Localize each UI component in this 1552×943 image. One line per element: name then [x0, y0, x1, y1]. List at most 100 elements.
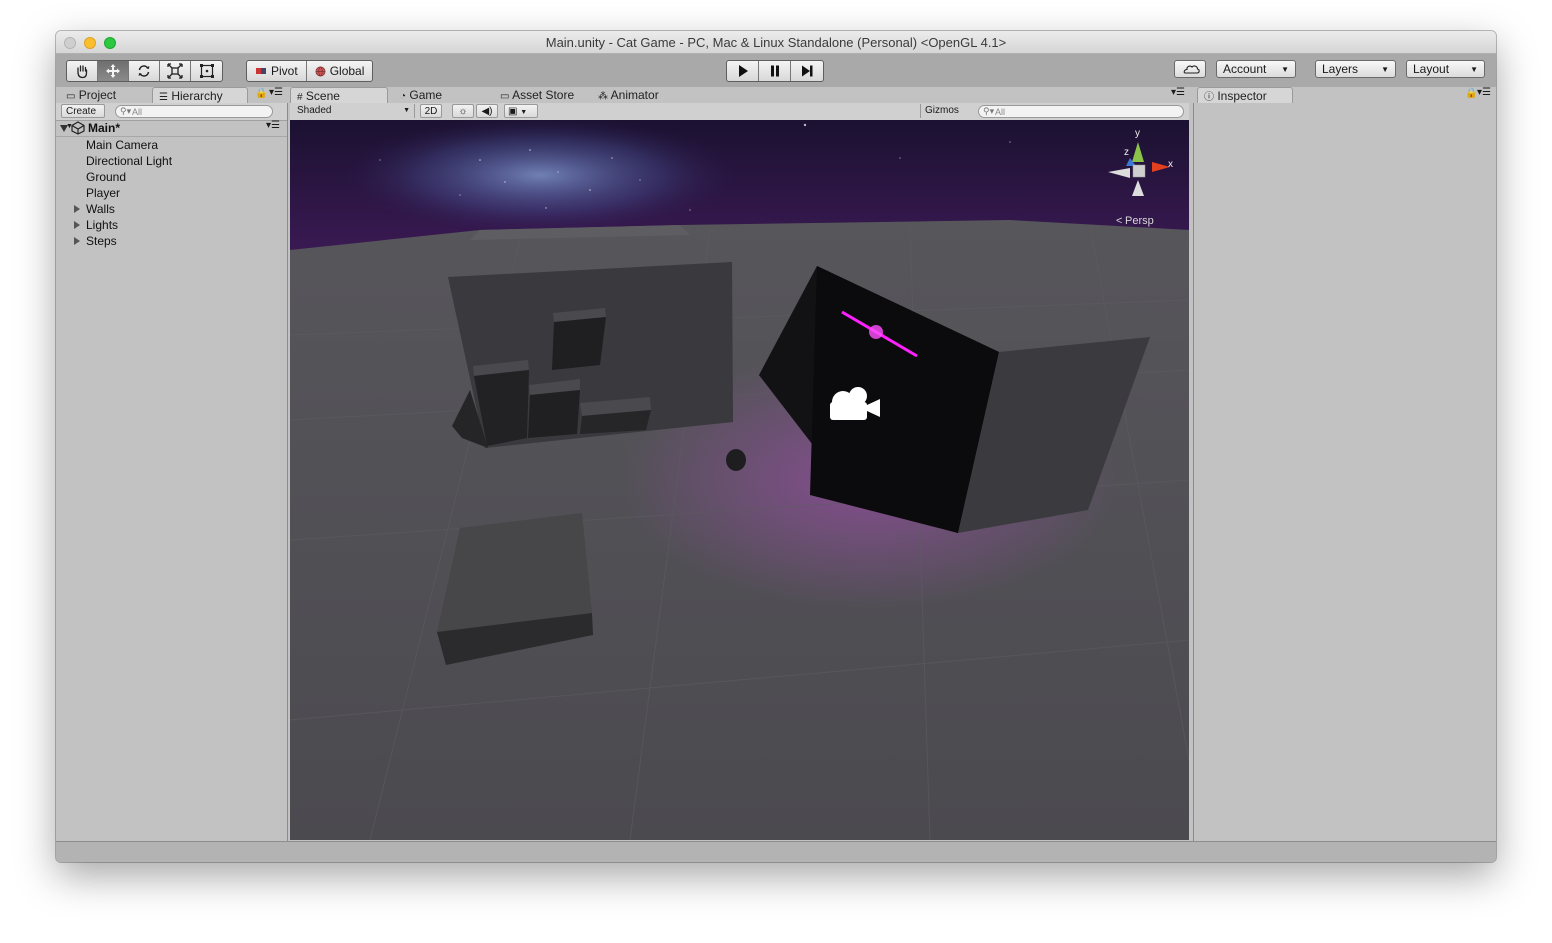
- tab-label: Animator: [610, 88, 659, 102]
- image-icon: ▣: [508, 106, 518, 117]
- hand-tool-button[interactable]: [67, 61, 98, 81]
- pink-light-icon: [869, 325, 883, 339]
- scale-icon: [167, 63, 183, 79]
- tab-label: Asset Store: [512, 88, 575, 102]
- pivot-button[interactable]: Pivot: [247, 61, 307, 81]
- move-icon: [106, 64, 120, 78]
- collab-cloud-button[interactable]: [1174, 60, 1206, 78]
- hierarchy-item-player[interactable]: Player: [86, 185, 120, 201]
- scene-effects-dropdown[interactable]: ▣ ▼: [504, 104, 538, 118]
- search-icon: ⚲▾: [983, 106, 995, 116]
- tab-asset-store[interactable]: ▭ Asset Store: [494, 87, 590, 103]
- layout-dropdown[interactable]: Layout ▼: [1406, 60, 1485, 78]
- play-button[interactable]: [727, 61, 759, 81]
- projection-label[interactable]: Persp: [1125, 215, 1154, 227]
- rect-tool-button[interactable]: [191, 61, 222, 81]
- account-label: Account: [1223, 62, 1267, 76]
- tab-animator[interactable]: ⁂ Animator: [592, 87, 682, 103]
- chevron-down-icon: ▼: [1470, 65, 1478, 74]
- step-button[interactable]: [791, 61, 823, 81]
- tab-hierarchy[interactable]: ☰ Hierarchy: [152, 87, 248, 103]
- expand-triangle-icon[interactable]: [74, 205, 80, 213]
- hierarchy-item-label: Lights: [86, 218, 119, 232]
- global-label: Global: [329, 64, 365, 78]
- unity-scene-icon: [71, 121, 85, 135]
- lock-icon[interactable]: 🔒: [255, 88, 267, 99]
- hierarchy-item-lights[interactable]: Lights: [74, 217, 118, 233]
- scale-tool-button[interactable]: [160, 61, 191, 81]
- layers-dropdown[interactable]: Layers ▼: [1315, 60, 1396, 78]
- hierarchy-item-walls[interactable]: Walls: [74, 201, 115, 217]
- panel-menu-icon[interactable]: ▾☰: [1477, 87, 1491, 98]
- scene-menu-icon[interactable]: ▾☰: [266, 120, 280, 131]
- block-top: [437, 513, 592, 632]
- hierarchy-item-directional-light[interactable]: Directional Light: [86, 153, 172, 169]
- left-panel-tabs: ▭ Project ☰ Hierarchy 🔒 ▾☰: [56, 87, 287, 103]
- projection-icon: <: [1116, 215, 1122, 227]
- zoom-window-button[interactable]: [104, 37, 116, 49]
- cloud-icon: [1183, 65, 1200, 74]
- shading-mode-dropdown[interactable]: Shaded ▼: [293, 104, 415, 118]
- animator-icon: ⁂: [598, 91, 608, 102]
- gizmo-x-label: x: [1168, 159, 1173, 170]
- scene-row[interactable]: Main* ▾☰: [56, 120, 287, 137]
- scene-lighting-toggle[interactable]: ☼: [452, 104, 474, 118]
- scene-toolbar: Shaded ▼ 2D ☼ ◀) ▣ ▼ Gizmos ▼ ⚲▾ All: [290, 103, 1189, 129]
- hierarchy-item-label: Main Camera: [86, 138, 159, 152]
- minimize-window-button[interactable]: [84, 37, 96, 49]
- tab-label: Scene: [305, 89, 340, 103]
- transform-tools: [66, 60, 223, 82]
- pivot-label: Pivot: [271, 64, 298, 78]
- hierarchy-item-steps[interactable]: Steps: [74, 233, 117, 249]
- scene-search-input[interactable]: ⚲▾ All: [978, 105, 1184, 118]
- tab-game[interactable]: ◔ Game: [394, 87, 474, 103]
- pause-button[interactable]: [759, 61, 791, 81]
- search-icon: ⚲▾: [120, 106, 132, 116]
- account-dropdown[interactable]: Account ▼: [1216, 60, 1296, 78]
- expand-triangle-icon[interactable]: [74, 221, 80, 229]
- hierarchy-item-label: Player: [86, 186, 121, 200]
- create-dropdown[interactable]: Create ▼: [61, 104, 105, 130]
- nebula: [340, 120, 740, 235]
- close-window-button[interactable]: [64, 37, 76, 49]
- scene-view[interactable]: y x z < Persp: [290, 120, 1189, 840]
- pacman-icon: ◔: [400, 91, 407, 102]
- tab-project[interactable]: ▭ Project: [60, 87, 148, 103]
- window-title: Main.unity - Cat Game - PC, Mac & Linux …: [545, 35, 1007, 50]
- gizmos-dropdown[interactable]: Gizmos ▼: [920, 104, 972, 129]
- lock-icon[interactable]: 🔒: [1465, 88, 1477, 99]
- gizmo-z-label: z: [1124, 147, 1129, 158]
- scene-render: y x z < Persp: [290, 120, 1189, 840]
- tab-inspector[interactable]: ⓘ Inspector: [1197, 87, 1293, 103]
- expand-triangle-icon[interactable]: [60, 125, 68, 132]
- hierarchy-panel: Create ▼ ⚲▾ All Main* ▾☰ Main Camera Dir…: [56, 103, 288, 841]
- chevron-down-icon: ▼: [403, 107, 410, 114]
- hierarchy-item-label: Directional Light: [86, 154, 173, 168]
- main-toolbar: Pivot Global Account ▼ Layers ▼ Layout ▼: [56, 54, 1496, 87]
- hierarchy-item-main-camera[interactable]: Main Camera: [86, 137, 158, 153]
- hierarchy-item-ground[interactable]: Ground: [86, 169, 126, 185]
- pivot-icon: [256, 68, 266, 74]
- hierarchy-item-label: Steps: [86, 234, 117, 248]
- rotate-tool-button[interactable]: [129, 61, 160, 81]
- gizmo-y-label: y: [1135, 128, 1140, 139]
- expand-triangle-icon[interactable]: [74, 237, 80, 245]
- tab-label: Game: [409, 88, 443, 102]
- right-panel-tabs: ⓘ Inspector 🔒 ▾☰: [1193, 87, 1496, 103]
- shopping-bag-icon: ▭: [500, 91, 510, 102]
- hierarchy-toolbar: Create ▼ ⚲▾ All: [56, 103, 287, 130]
- gizmos-label: Gizmos: [925, 105, 959, 116]
- search-placeholder: All: [995, 107, 1006, 117]
- move-tool-button[interactable]: [98, 61, 129, 81]
- inspector-panel: [1193, 103, 1496, 841]
- create-label: Create: [66, 106, 97, 117]
- sun-icon: ☼: [458, 106, 468, 117]
- center-panel-tabs: # Scene ◔ Game ▭ Asset Store ⁂ Animator …: [290, 87, 1189, 103]
- tab-scene[interactable]: # Scene: [290, 87, 388, 103]
- panel-menu-icon[interactable]: ▾☰: [1171, 87, 1185, 98]
- scene-audio-toggle[interactable]: ◀): [476, 104, 498, 118]
- panel-menu-icon[interactable]: ▾☰: [269, 87, 283, 98]
- global-button[interactable]: Global: [307, 61, 373, 81]
- hierarchy-search-input[interactable]: ⚲▾ All: [115, 105, 273, 118]
- mode-2d-toggle[interactable]: 2D: [420, 104, 442, 118]
